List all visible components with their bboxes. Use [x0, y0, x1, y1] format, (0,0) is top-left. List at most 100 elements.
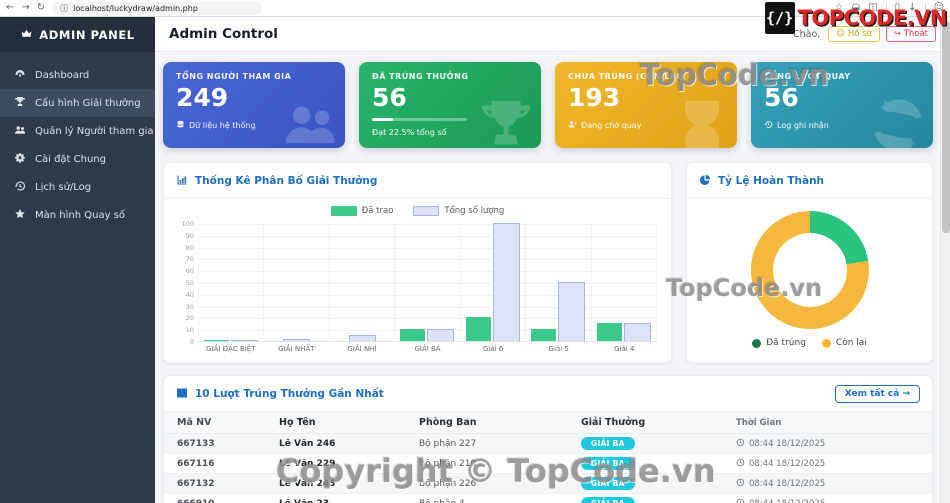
- download-icon[interactable]: ↓: [908, 3, 916, 13]
- bar-tong-so-luong: [283, 339, 310, 341]
- y-axis-tick: 60: [168, 267, 194, 275]
- back-icon[interactable]: ←: [6, 3, 14, 13]
- side-panel-icon[interactable]: ◫: [868, 3, 877, 13]
- x-axis-label: GIẢI ĐẶC BIỆT: [198, 345, 264, 353]
- cell-name: Lê Văn 245: [279, 479, 419, 489]
- forward-icon[interactable]: →: [21, 3, 29, 13]
- legend-item: Đã trúng: [752, 338, 806, 348]
- cell-name: Lê Văn 229: [279, 459, 419, 469]
- address-bar[interactable]: ⓘ localhost/luckydraw/admin.php: [52, 2, 262, 15]
- crown-icon: [20, 27, 33, 43]
- bar-chart-title: Thống Kê Phân Bố Giải Thưởng: [195, 175, 377, 187]
- sidebar-item-cai-at-chung[interactable]: Cài đặt Chung: [0, 145, 155, 173]
- gauge-icon: [14, 68, 26, 83]
- x-axis-label: GIẢI NHẤT: [264, 345, 330, 353]
- y-axis-tick: 100: [168, 220, 194, 228]
- cell-id: 667132: [164, 479, 279, 489]
- site-info-icon[interactable]: ⓘ: [60, 3, 68, 14]
- cell-dept: Bộ phận 226: [419, 479, 581, 489]
- split-view-icon[interactable]: ▯: [895, 3, 901, 13]
- cell-time: 08:44 18/12/2025: [749, 439, 825, 449]
- stat-card-footer-label: Dữ liệu hệ thống: [189, 121, 256, 130]
- table-body: 667133Lê Văn 246Bộ phận 227GIẢI BA08:44 …: [164, 434, 932, 503]
- page-title: Admin Control: [169, 26, 278, 42]
- sidebar-brand: ADMIN PANEL: [0, 17, 155, 52]
- stat-card-footer-label: Log ghi nhận: [777, 121, 829, 130]
- cell-name: Lê Văn 246: [279, 439, 419, 449]
- sidebar-item-label: Cấu hình Giải thưởng: [35, 98, 141, 109]
- profile-icon[interactable]: ☺: [934, 3, 944, 13]
- y-axis-tick: 70: [168, 255, 194, 263]
- stat-card-title: TỔNG NGƯỜI THAM GIA: [176, 72, 332, 81]
- browser-toolbar: ← → ↻ ⓘ localhost/luckydraw/admin.php ☆ …: [0, 0, 950, 17]
- cell-id: 666910: [164, 499, 279, 503]
- divider: [925, 3, 926, 13]
- bar-chart-plot: 0102030405060708090100: [198, 224, 657, 342]
- x-axis-label: Giải 6: [460, 345, 526, 353]
- x-axis-label: Giải 4: [591, 345, 657, 353]
- bar-group-giai-5: [525, 224, 590, 341]
- cell-name: Lê Văn 23: [279, 499, 419, 503]
- clock-icon: [736, 478, 745, 490]
- sidebar-item-man-hinh-quay-so[interactable]: Màn hình Quay số: [0, 201, 155, 229]
- table-icon: [176, 384, 188, 403]
- prize-badge: GIẢI BA: [581, 477, 635, 490]
- table-row: 666910Lê Văn 23Bộ phận 4GIẢI BA08:44 18/…: [164, 494, 932, 503]
- prize-badge: GIẢI BA: [581, 457, 635, 470]
- sidebar-item-dashboard[interactable]: Dashboard: [0, 61, 155, 89]
- logout-button[interactable]: ↪ Thoát: [886, 26, 936, 42]
- view-all-button[interactable]: Xem tất cả →: [835, 385, 920, 403]
- y-axis-tick: 10: [168, 326, 194, 334]
- table-title: 10 Lượt Trúng Thưởng Gần Nhất: [195, 388, 384, 400]
- divider: [886, 3, 887, 13]
- gears-icon: [14, 152, 26, 167]
- bar-group-giai-6: [460, 224, 525, 341]
- prize-badge: GIẢI BA: [581, 497, 635, 503]
- profile-button[interactable]: ☺ Hồ sơ: [828, 26, 880, 42]
- x-axis-label: GIẢI NHÌ: [329, 345, 395, 353]
- bar-group-giai-ba: [394, 224, 459, 341]
- table-row: 667132Lê Văn 245Bộ phận 226GIẢI BA 08:44 …: [164, 474, 932, 494]
- users-icon: [14, 124, 26, 139]
- column-header-phong-ban: Phòng Ban: [419, 417, 581, 428]
- legend-item: Đã trao: [331, 206, 394, 216]
- main-content: TỔNG NGƯỜI THAM GIA249Dữ liệu hệ thốngĐÃ…: [155, 52, 940, 503]
- donut-chart: [751, 211, 869, 329]
- prize-badge: GIẢI BA: [581, 437, 635, 450]
- extension-icon[interactable]: ◒: [851, 3, 860, 13]
- url-text: localhost/luckydraw/admin.php: [73, 4, 198, 13]
- cell-time: 08:44 18/12/2025: [749, 479, 825, 489]
- app-window: ADMIN PANEL Dashboard Cấu hình Giải thưởn…: [0, 17, 950, 503]
- legend-item: Còn lại: [822, 338, 867, 348]
- column-header-giai-thuong: Giải Thưởng: [581, 417, 736, 428]
- sidebar-item-quan-ly-nguoi-tham-gia[interactable]: Quản lý Người tham gia: [0, 117, 155, 145]
- reload-icon[interactable]: ↻: [37, 3, 45, 13]
- sidebar-item-label: Lịch sử/Log: [35, 182, 91, 193]
- y-axis-tick: 80: [168, 244, 194, 252]
- sidebar-item-cau-hinh-giai-thuong[interactable]: Cấu hình Giải thưởng: [0, 89, 155, 117]
- sidebar-item-label: Cài đặt Chung: [35, 154, 106, 165]
- stat-card-footer-label: Đang chờ quay: [581, 121, 641, 130]
- sidebar-item-label: Quản lý Người tham gia: [35, 126, 154, 137]
- y-axis-tick: 90: [168, 232, 194, 240]
- bookmark-star-icon[interactable]: ☆: [835, 3, 844, 13]
- bar-tong-so-luong: [231, 340, 258, 341]
- cell-time: 08:44 18/12/2025: [749, 459, 825, 469]
- table-header-row: Mã NVHọ TênPhòng BanGiải ThưởngThời Gian: [164, 412, 932, 434]
- bar-a-trao: [204, 340, 229, 341]
- progress-bar: [372, 118, 467, 121]
- sidebar-item-label: Màn hình Quay số: [35, 210, 125, 221]
- scrollbar-thumb[interactable]: [942, 21, 950, 233]
- bar-group-giai-nhat: [263, 224, 328, 341]
- bar-tong-so-luong: [624, 323, 651, 341]
- bar-chart-legend: Đã traoTổng số lượng: [164, 206, 671, 216]
- sidebar-item-lich-su-log[interactable]: Lịch sử/Log: [0, 173, 155, 201]
- database-icon: [176, 120, 185, 131]
- stat-card-footer: Dữ liệu hệ thống: [176, 120, 332, 131]
- cell-dept: Bộ phận 227: [419, 439, 581, 449]
- trophy-icon: [14, 96, 26, 111]
- x-axis-label: GIẢI BA: [395, 345, 461, 353]
- stat-card-tong-nguoi-tham-gia: TỔNG NGƯỜI THAM GIA249Dữ liệu hệ thống: [163, 62, 345, 148]
- bar-tong-so-luong: [558, 282, 585, 341]
- cell-dept: Bộ phận 4: [419, 499, 581, 503]
